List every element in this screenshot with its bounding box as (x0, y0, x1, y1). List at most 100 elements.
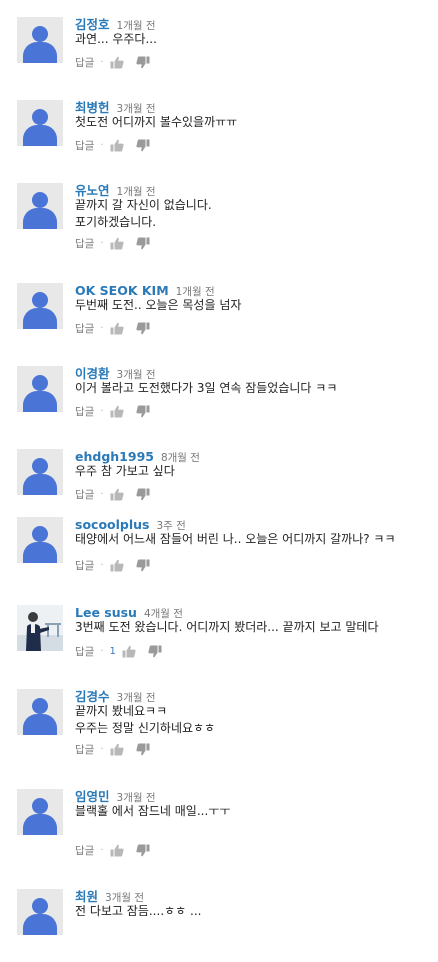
separator-dot: · (100, 559, 104, 571)
comment-author-link[interactable]: 최원 (75, 889, 98, 904)
separator-dot: · (100, 56, 104, 68)
thumbs-down-icon[interactable] (135, 559, 150, 572)
avatar-body (23, 814, 57, 835)
comment-actions: 답글 · (75, 404, 162, 418)
reply-button[interactable]: 답글 (75, 742, 94, 757)
avatar-head (32, 458, 48, 474)
separator-dot: · (100, 139, 104, 151)
comment-author-link[interactable]: ehdgh1995 (75, 449, 154, 464)
comment-actions: 답글 · (75, 55, 162, 69)
comment-text-line: 3번째 도전 왔습니다. 어디까지 봤더라... 끝까지 보고 말테다 (75, 620, 379, 634)
avatar-body (23, 391, 57, 412)
avatar-default-icon[interactable] (17, 789, 63, 835)
comment-item: socoolplus 3주 전 태양에서 어느새 잠들어 버린 나.. 오늘은 어디… (0, 510, 438, 590)
thumbs-down-icon[interactable] (135, 844, 150, 857)
avatar-default-icon[interactable] (17, 517, 63, 563)
avatar-default-icon[interactable] (17, 283, 63, 329)
comment-author-link[interactable]: Lee susu (75, 605, 137, 620)
comment-item: 김정호 1개월 전 과연... 우주다... 답글 · (0, 10, 438, 90)
separator-dot: · (100, 405, 104, 417)
avatar-default-icon[interactable] (17, 183, 63, 229)
comment-author-link[interactable]: socoolplus (75, 517, 149, 532)
reply-button[interactable]: 답글 (75, 843, 94, 858)
avatar-head (32, 698, 48, 714)
thumbs-up-icon[interactable] (110, 237, 124, 250)
thumbs-down-icon[interactable] (135, 139, 150, 152)
comment-actions: 답글 · (75, 843, 162, 857)
comment-author-link[interactable]: 이경환 (75, 366, 110, 381)
comment-author-link[interactable]: 유노연 (75, 183, 110, 198)
avatar-default-icon[interactable] (17, 100, 63, 146)
avatar-head (32, 292, 48, 308)
comment-text-line: 끝까지 봤네요ㅋㅋ (75, 704, 168, 718)
reply-button[interactable]: 답글 (75, 404, 94, 419)
thumbs-down-icon[interactable] (148, 645, 162, 658)
avatar-head (32, 526, 48, 542)
avatar-body (23, 474, 57, 495)
thumbs-up-icon[interactable] (110, 139, 124, 152)
comment-author-link[interactable]: OK SEOK KIM (75, 283, 169, 298)
comment-text-line: 이거 볼라고 도전했다가 3일 연속 잠들었습니다 ㅋㅋ (75, 381, 338, 395)
comment-author-link[interactable]: 임영민 (75, 789, 110, 804)
comment-author-link[interactable]: 최병헌 (75, 100, 110, 115)
thumbs-up-icon[interactable] (110, 56, 124, 69)
avatar-head (32, 109, 48, 125)
avatar-head (32, 26, 48, 42)
comment-item: 김경수 3개월 전 끝까지 봤네요ㅋㅋ 우주는 정말 신기하네요ㅎㅎ 답글 · (0, 682, 438, 762)
comment-item: OK SEOK KIM 1개월 전 두번째 도전.. 오늘은 목성을 넘자 답글 · (0, 276, 438, 356)
comment-item: 최병헌 3개월 전 첫도전 어디까지 볼수있을까ㅠㅠ 답글 · (0, 93, 438, 173)
thumbs-down-icon[interactable] (135, 237, 150, 250)
reply-button[interactable]: 답글 (75, 321, 94, 336)
thumbs-down-icon[interactable] (135, 405, 150, 418)
avatar-photo[interactable] (17, 605, 63, 651)
comment-text-line: 우주는 정말 신기하네요ㅎㅎ (75, 721, 216, 735)
avatar-default-icon[interactable] (17, 449, 63, 495)
separator-dot: · (100, 645, 104, 657)
thumbs-up-icon[interactable] (110, 559, 124, 572)
avatar-head (32, 798, 48, 814)
avatar-default-icon[interactable] (17, 689, 63, 735)
comment-actions: 답글 · (75, 558, 162, 572)
comment-author-link[interactable]: 김정호 (75, 17, 110, 32)
thumbs-down-icon[interactable] (135, 488, 150, 501)
comment-text-line: 끝까지 갈 자신이 없습니다. (75, 198, 212, 212)
thumbs-down-icon[interactable] (135, 322, 150, 335)
thumbs-down-icon[interactable] (135, 56, 150, 69)
thumbs-up-icon[interactable] (110, 743, 124, 756)
separator-dot: · (100, 844, 104, 856)
comment-text-line: 우주 참 가보고 싶다 (75, 464, 175, 478)
comment-author-link[interactable]: 김경수 (75, 689, 110, 704)
thumbs-up-icon[interactable] (110, 488, 124, 501)
comment-actions: 답글 · (75, 487, 162, 501)
thumbs-down-icon[interactable] (135, 743, 150, 756)
comment-text-line: 전 다보고 잠듬....ㅎㅎ ... (75, 904, 202, 918)
reply-button[interactable]: 답글 (75, 138, 94, 153)
separator-dot: · (100, 322, 104, 334)
comment-item: 이경환 3개월 전 이거 볼라고 도전했다가 3일 연속 잠들었습니다 ㅋㅋ 답글 · (0, 359, 438, 439)
avatar-default-icon[interactable] (17, 366, 63, 412)
comment-text-line: 태양에서 어느새 잠들어 버린 나.. 오늘은 어디까지 갈까나? ㅋㅋ (75, 532, 396, 546)
reply-button[interactable]: 답글 (75, 236, 94, 251)
reply-button[interactable]: 답글 (75, 55, 94, 70)
separator-dot: · (100, 237, 104, 249)
comment-text-line: 과연... 우주다... (75, 32, 157, 46)
comment-item: 임영민 3개월 전 블랙홀 에서 잠드네 매일...ㅜㅜ 답글 · (0, 782, 438, 862)
reply-button[interactable]: 답글 (75, 644, 94, 659)
comment-text-line: 첫도전 어디까지 볼수있을까ㅠㅠ (75, 115, 238, 129)
thumbs-up-icon[interactable] (122, 645, 136, 658)
thumbs-up-icon[interactable] (110, 405, 124, 418)
comment-item: 유노연 1개월 전 끝까지 갈 자신이 없습니다. 포기하겠습니다. 답글 · (0, 176, 438, 256)
comment-text-line: 블랙홀 에서 잠드네 매일...ㅜㅜ (75, 804, 231, 818)
comment-actions: 답글 · (75, 236, 162, 250)
avatar-default-icon[interactable] (17, 889, 63, 935)
thumbs-up-icon[interactable] (110, 844, 124, 857)
reply-button[interactable]: 답글 (75, 487, 94, 502)
avatar-default-icon[interactable] (17, 17, 63, 63)
reply-button[interactable]: 답글 (75, 558, 94, 573)
avatar-body (23, 125, 57, 146)
comment-text-line: 두번째 도전.. 오늘은 목성을 넘자 (75, 298, 242, 312)
avatar-body (23, 42, 57, 63)
comment-text-line: 포기하겠습니다. (75, 215, 157, 229)
avatar-body (23, 308, 57, 329)
thumbs-up-icon[interactable] (110, 322, 124, 335)
